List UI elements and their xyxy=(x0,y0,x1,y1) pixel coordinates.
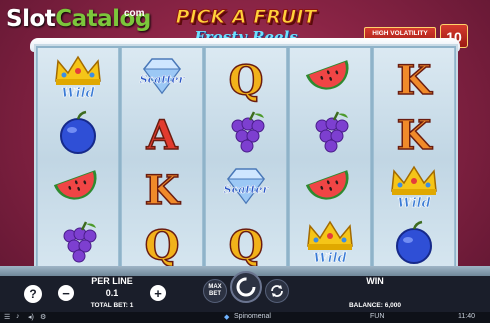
symbol-scatter: Scatter xyxy=(206,160,286,215)
symbol-scatter: Scatter xyxy=(122,50,202,105)
svg-text:K: K xyxy=(397,112,433,158)
svg-text:Wild: Wild xyxy=(397,196,430,211)
balance: BALANCE: 6,000 xyxy=(348,302,401,309)
title-main: PICK A FRUIT xyxy=(175,6,317,29)
total-bet: TOTAL BET: 1 xyxy=(90,302,134,309)
max-bet-button[interactable]: MAX BET xyxy=(203,279,227,303)
help-button[interactable]: ? xyxy=(24,285,42,303)
symbol-a: A xyxy=(122,105,202,160)
reel-1: Wild xyxy=(37,48,119,270)
svg-text:Wild: Wild xyxy=(313,251,346,266)
symbol-wild: Wild xyxy=(374,160,454,215)
reel-5: KK Wild xyxy=(373,48,455,270)
svg-text:Scatter: Scatter xyxy=(224,183,270,196)
symbol-k: K xyxy=(374,50,454,105)
svg-text:Q: Q xyxy=(145,222,180,268)
autoplay-icon xyxy=(271,285,283,297)
symbol-plum xyxy=(374,215,454,270)
menu-icon[interactable]: ☰ xyxy=(4,313,10,321)
spin-icon xyxy=(236,277,256,297)
reel-3: Q Scatter Q xyxy=(205,48,287,270)
symbol-q: Q xyxy=(122,215,202,270)
symbol-watermelon xyxy=(38,160,118,215)
svg-text:A: A xyxy=(145,112,178,158)
clock: 11:40 xyxy=(458,313,475,320)
control-bar: ? PER LINE − 0.1 + TOTAL BET: 1 MAX BET … xyxy=(0,271,490,314)
svg-text:K: K xyxy=(397,57,433,103)
game-screen: SlotCatalog com PICK A FRUIT Frosty Reel… xyxy=(0,0,490,323)
play-mode: FUN xyxy=(370,313,385,320)
svg-text:Wild: Wild xyxy=(61,86,94,101)
symbol-watermelon xyxy=(290,50,370,105)
reel-grid[interactable]: Wild Scatter A K Q Q Scatter Q Wild K K … xyxy=(34,44,458,272)
symbol-watermelon xyxy=(290,160,370,215)
speaker-icon[interactable]: ◂) xyxy=(28,313,34,321)
svg-text:Q: Q xyxy=(229,222,264,268)
brand-icon: ◆ xyxy=(224,314,230,321)
spin-button[interactable] xyxy=(230,271,262,303)
symbol-grapes xyxy=(38,215,118,270)
symbol-wild: Wild xyxy=(38,50,118,105)
svg-text:K: K xyxy=(145,167,181,213)
increase-bet-button[interactable]: + xyxy=(150,285,166,301)
brand-name: Spinomenal xyxy=(234,313,271,320)
symbol-plum xyxy=(38,105,118,160)
logo-slot-text: Slot xyxy=(6,6,56,32)
sound-icon[interactable]: ♪ xyxy=(16,313,20,320)
svg-text:Q: Q xyxy=(229,57,264,103)
symbol-k: K xyxy=(374,105,454,160)
symbol-grapes xyxy=(290,105,370,160)
logo-com-text: com xyxy=(124,8,145,19)
status-bar: ☰ ♪ ◂) ⚙ ◆ Spinomenal FUN 11:40 xyxy=(0,312,490,323)
symbol-k: K xyxy=(122,160,202,215)
per-line-value: 0.1 xyxy=(105,288,119,298)
reel-4: Wild xyxy=(289,48,371,270)
win-label: WIN xyxy=(366,276,384,286)
settings-icon[interactable]: ⚙ xyxy=(40,313,46,321)
decrease-bet-button[interactable]: − xyxy=(58,285,74,301)
symbol-q: Q xyxy=(206,50,286,105)
symbol-q: Q xyxy=(206,215,286,270)
reel-2: Scatter A K Q xyxy=(121,48,203,270)
autoplay-button[interactable] xyxy=(265,279,289,303)
per-line-label: PER LINE xyxy=(91,276,133,286)
watermark-logo: SlotCatalog com xyxy=(0,0,160,40)
symbol-grapes xyxy=(206,105,286,160)
symbol-wild: Wild xyxy=(290,215,370,270)
svg-text:Scatter: Scatter xyxy=(140,73,186,86)
